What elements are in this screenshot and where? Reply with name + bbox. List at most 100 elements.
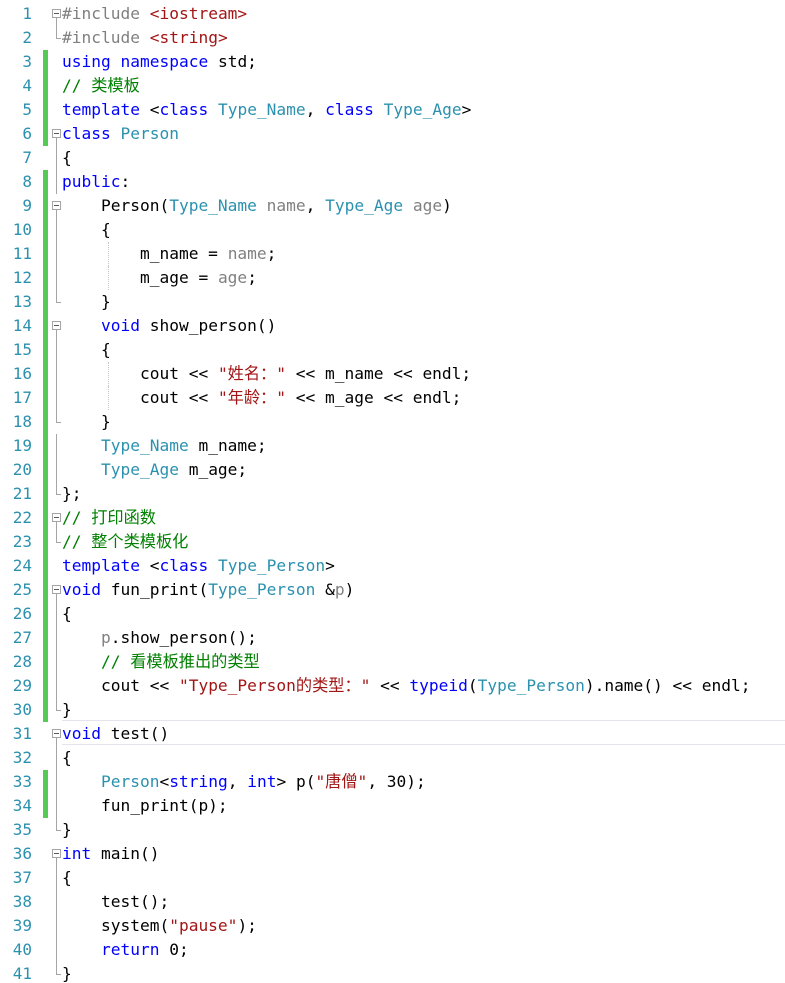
collapse-icon[interactable] — [52, 2, 61, 26]
code-line[interactable]: 26 { — [0, 602, 785, 626]
code-text[interactable]: { — [62, 218, 111, 242]
code-line[interactable]: 41} — [0, 962, 785, 983]
code-line[interactable]: 20 Type_Age m_age; — [0, 458, 785, 482]
code-text[interactable]: template <class Type_Name, class Type_Ag… — [62, 98, 471, 122]
line-number: 27 — [12, 628, 32, 647]
code-text[interactable]: } — [62, 698, 72, 722]
code-line[interactable]: 17 cout << "年龄：" << m_age << endl; — [0, 386, 785, 410]
code-text[interactable]: } — [62, 290, 111, 314]
code-text[interactable]: // 类模板 — [62, 74, 140, 98]
code-line[interactable]: 8 public: — [0, 170, 785, 194]
code-text[interactable]: Person(Type_Name name, Type_Age age) — [62, 194, 452, 218]
code-line[interactable]: 11 m_name = name; — [0, 242, 785, 266]
code-text[interactable]: { — [62, 338, 111, 362]
code-text[interactable]: { — [62, 602, 72, 626]
code-text[interactable]: Person<string, int> p("唐僧", 30); — [62, 770, 426, 794]
code-line[interactable]: 28 // 看模板推出的类型 — [0, 650, 785, 674]
code-text[interactable]: cout << "姓名：" << m_name << endl; — [62, 362, 471, 386]
code-text[interactable]: { — [62, 746, 72, 770]
code-token: void — [62, 580, 101, 599]
code-text[interactable]: #include <string> — [62, 26, 228, 50]
code-text[interactable]: cout << "年龄：" << m_age << endl; — [62, 386, 461, 410]
code-line[interactable]: 40 return 0; — [0, 938, 785, 962]
code-text[interactable]: using namespace std; — [62, 50, 257, 74]
code-text[interactable]: template <class Type_Person> — [62, 554, 335, 578]
code-line[interactable]: 34 fun_print(p); — [0, 794, 785, 818]
code-line[interactable]: 18 } — [0, 410, 785, 434]
collapse-icon[interactable] — [52, 842, 61, 866]
code-text[interactable]: // 整个类模板化 — [62, 530, 188, 554]
code-text[interactable]: { — [62, 146, 72, 170]
collapse-icon[interactable] — [52, 722, 61, 746]
code-text[interactable]: class Person — [62, 122, 179, 146]
code-text[interactable]: } — [62, 962, 72, 983]
code-line[interactable]: 16 cout << "姓名：" << m_name << endl; — [0, 362, 785, 386]
code-line[interactable]: 7{ — [0, 146, 785, 170]
code-line[interactable]: 2 #include <string> — [0, 26, 785, 50]
code-text[interactable]: cout << "Type_Person的类型：" << typeid(Type… — [62, 674, 751, 698]
code-line[interactable]: 10 { — [0, 218, 785, 242]
code-line[interactable]: 39 system("pause"); — [0, 914, 785, 938]
code-text[interactable]: p.show_person(); — [62, 626, 257, 650]
code-line[interactable]: 13 } — [0, 290, 785, 314]
code-line[interactable]: 15 { — [0, 338, 785, 362]
code-line[interactable]: 19 Type_Name m_name; — [0, 434, 785, 458]
code-text[interactable]: Type_Age m_age; — [62, 458, 247, 482]
code-text[interactable]: void fun_print(Type_Person &p) — [62, 578, 354, 602]
code-line[interactable]: 14 void show_person() — [0, 314, 785, 338]
code-line[interactable]: 9 Person(Type_Name name, Type_Age age) — [0, 194, 785, 218]
code-token: , — [305, 100, 326, 119]
code-line[interactable]: 5 template <class Type_Name, class Type_A… — [0, 98, 785, 122]
code-text[interactable]: { — [62, 866, 72, 890]
code-line[interactable]: 30} — [0, 698, 785, 722]
code-text[interactable]: Type_Name m_name; — [62, 434, 267, 458]
code-line[interactable]: 36 int main() — [0, 842, 785, 866]
code-text[interactable]: fun_print(p); — [62, 794, 228, 818]
code-text[interactable]: m_age = age; — [62, 266, 257, 290]
code-line[interactable]: 31 void test() — [0, 722, 785, 746]
code-line[interactable]: 6 class Person — [0, 122, 785, 146]
collapse-icon[interactable] — [52, 122, 61, 146]
code-token: << m_age << endl; — [286, 388, 462, 407]
code-text[interactable]: int main() — [62, 842, 159, 866]
code-text[interactable]: return 0; — [62, 938, 189, 962]
code-line[interactable]: 35} — [0, 818, 785, 842]
code-text[interactable]: system("pause"); — [62, 914, 257, 938]
line-number: 13 — [12, 292, 32, 311]
code-line[interactable]: 38 test(); — [0, 890, 785, 914]
code-line[interactable]: 32 { — [0, 746, 785, 770]
collapse-icon[interactable] — [52, 506, 61, 530]
code-text[interactable]: } — [62, 410, 111, 434]
code-line[interactable]: 21}; — [0, 482, 785, 506]
code-line[interactable]: 1 #include <iostream> — [0, 2, 785, 26]
code-text[interactable]: }; — [62, 482, 82, 506]
code-text[interactable]: test(); — [62, 890, 169, 914]
code-text[interactable]: // 看模板推出的类型 — [62, 650, 260, 674]
code-line[interactable]: 22 // 打印函数 — [0, 506, 785, 530]
code-line[interactable]: 12 m_age = age; — [0, 266, 785, 290]
code-text[interactable]: // 打印函数 — [62, 506, 156, 530]
code-editor[interactable]: 1 #include <iostream> 2 #include <string> 3 u… — [0, 0, 785, 983]
change-marker — [43, 458, 48, 482]
code-line[interactable]: 3 using namespace std; — [0, 50, 785, 74]
code-line[interactable]: 27 p.show_person(); — [0, 626, 785, 650]
code-text[interactable]: m_name = name; — [62, 242, 276, 266]
code-text[interactable]: } — [62, 818, 72, 842]
code-line[interactable]: 24 template <class Type_Person> — [0, 554, 785, 578]
code-line[interactable]: 33 Person<string, int> p("唐僧", 30); — [0, 770, 785, 794]
code-text[interactable]: #include <iostream> — [62, 2, 247, 26]
code-line[interactable]: 29 cout << "Type_Person的类型：" << typeid(T… — [0, 674, 785, 698]
collapse-icon[interactable] — [52, 314, 61, 338]
code-text[interactable]: void test() — [62, 722, 169, 746]
change-marker — [43, 434, 48, 458]
code-line[interactable]: 23 // 整个类模板化 — [0, 530, 785, 554]
code-text[interactable]: public: — [62, 170, 130, 194]
code-line[interactable]: 37 { — [0, 866, 785, 890]
collapse-icon[interactable] — [52, 578, 61, 602]
code-text[interactable]: void show_person() — [62, 314, 276, 338]
collapse-icon[interactable] — [52, 194, 61, 218]
code-line[interactable]: 25 void fun_print(Type_Person &p) — [0, 578, 785, 602]
line-number: 12 — [12, 268, 32, 287]
code-line[interactable]: 4 // 类模板 — [0, 74, 785, 98]
